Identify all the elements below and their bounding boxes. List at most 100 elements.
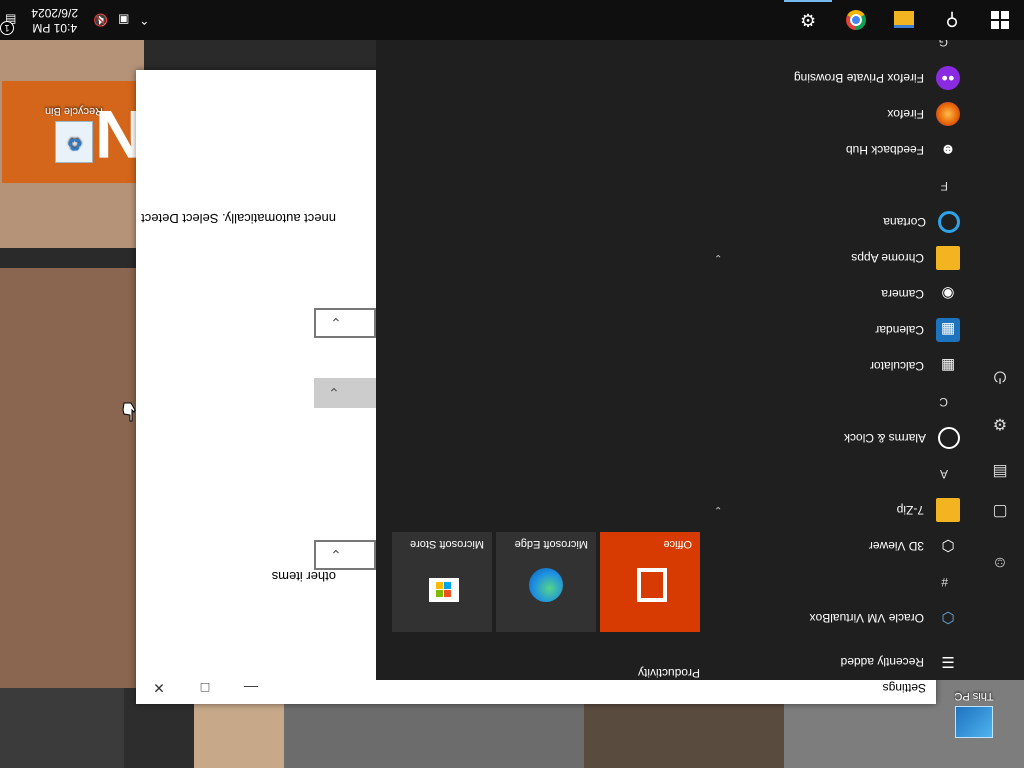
chevron-down-icon: ⌄	[714, 252, 723, 264]
app-item-cortana[interactable]: Cortana	[686, 204, 976, 240]
app-label: Calculator	[869, 359, 924, 373]
app-label: Alarms & Clock	[843, 431, 926, 445]
start-menu-rail: ☺ ▢ ▤ ⚙ ⏻ ☰	[976, 40, 1024, 680]
taskbar-file-explorer[interactable]	[880, 0, 928, 40]
start-button[interactable]	[976, 0, 1024, 40]
detect-instruction-text: other items	[271, 569, 336, 584]
detect-instruction-text: nnect automatically. Select Detect	[141, 211, 336, 226]
app-label: Firefox Private Browsing	[793, 71, 924, 85]
letter-header[interactable]: C	[939, 392, 948, 412]
hamburger-icon[interactable]: ☰	[936, 650, 960, 674]
feedback-icon: ☻	[940, 141, 956, 159]
maximize-button[interactable]: □	[182, 672, 228, 704]
app-item-firefox[interactable]: Firefox	[686, 96, 976, 132]
taskbar-clock[interactable]: 4:01 PM 2/6/2024	[21, 5, 88, 35]
app-item-feedback-hub[interactable]: ☻ Feedback Hub	[686, 132, 976, 168]
desktop-icon-label: This PC	[954, 690, 994, 702]
app-label: 7-Zip	[896, 503, 924, 517]
calculator-icon: ▦	[940, 357, 956, 374]
tile-office[interactable]: Office	[600, 532, 700, 632]
app-label: 3D Viewer	[868, 539, 924, 553]
chrome-icon	[846, 10, 866, 30]
taskbar: ⚲ ⚙ ⌃ ▣ 🔇 4:01 PM 2/6/2024 ▤ 1	[0, 0, 1024, 40]
app-item-firefox-private[interactable]: ●● Firefox Private Browsing	[686, 60, 976, 96]
letter-header[interactable]: #	[941, 572, 948, 592]
tile-group-title: Productivity	[637, 666, 700, 680]
calendar-icon: ▦	[936, 318, 960, 342]
app-label: Calendar	[875, 323, 924, 337]
dropdown-select-disabled: ⌄	[314, 378, 376, 408]
recently-added-label: Recently added	[840, 655, 924, 669]
letter-header[interactable]: G	[939, 40, 948, 52]
tile-label: Office	[663, 538, 692, 550]
app-item-camera[interactable]: ◉ Camera	[686, 276, 976, 312]
app-label: Feedback Hub	[845, 143, 924, 157]
clock-time: 4:01 PM	[32, 21, 78, 35]
tile-microsoft-edge[interactable]: Microsoft Edge	[496, 532, 596, 632]
edge-icon	[529, 568, 563, 602]
camera-icon: ◉	[941, 285, 955, 302]
computer-icon	[955, 706, 993, 738]
taskbar-chrome[interactable]	[832, 0, 880, 40]
app-label: Cortana	[883, 215, 926, 229]
volume-muted-icon[interactable]: 🔇	[88, 13, 113, 27]
dropdown-select[interactable]: ⌄	[314, 540, 376, 570]
minimize-button[interactable]: —	[228, 672, 274, 704]
notification-center-button[interactable]: ▤ 1	[0, 13, 21, 35]
3d-viewer-icon: ⬡	[941, 537, 955, 554]
letter-header[interactable]: A	[940, 464, 948, 484]
search-icon: ⚲	[945, 10, 959, 31]
app-item-calendar[interactable]: ▦ Calendar	[686, 312, 976, 348]
recycle-bin-icon	[55, 121, 93, 163]
close-button[interactable]: ✕	[136, 672, 182, 704]
file-explorer-icon	[894, 11, 914, 29]
app-label: Camera	[881, 287, 924, 301]
app-label: Chrome Apps	[851, 251, 924, 265]
app-item-3d-viewer[interactable]: ⬡ 3D Viewer	[686, 528, 976, 564]
chevron-up-icon[interactable]: ⌃	[134, 13, 154, 27]
dropdown-select[interactable]: ⌄	[314, 308, 376, 338]
user-account-icon[interactable]: ☺	[976, 544, 1024, 580]
firefox-private-icon: ●●	[936, 66, 960, 90]
app-label: Firefox	[887, 107, 924, 121]
settings-icon[interactable]: ⚙	[976, 406, 1024, 442]
cortana-icon	[938, 211, 960, 233]
pictures-icon[interactable]: ▤	[976, 454, 1024, 490]
tile-microsoft-store[interactable]: Microsoft Store	[392, 532, 492, 632]
windows-logo-icon	[991, 11, 1009, 29]
hand-cursor-icon	[122, 402, 136, 422]
virtualbox-icon: ⬡	[941, 609, 955, 626]
documents-icon[interactable]: ▢	[976, 494, 1024, 530]
chevron-down-icon: ⌄	[330, 547, 342, 564]
store-icon	[429, 578, 459, 602]
power-icon[interactable]: ⏻	[976, 358, 1024, 394]
chevron-down-icon: ⌄	[328, 385, 340, 402]
app-item-7zip-folder[interactable]: 7-Zip ⌄	[686, 492, 976, 528]
letter-header[interactable]: F	[941, 176, 948, 196]
search-button[interactable]: ⚲	[928, 0, 976, 40]
chevron-down-icon: ⌄	[714, 504, 723, 516]
app-item-alarms-clock[interactable]: Alarms & Clock	[686, 420, 976, 456]
wallpaper-region	[0, 688, 124, 768]
taskbar-settings[interactable]: ⚙	[784, 0, 832, 40]
app-label: Oracle VM VirtualBox	[809, 611, 925, 625]
notification-count-badge: 1	[0, 21, 14, 35]
desktop-screen: This PC Recycle Bin N Settings — □ ✕ ⌄ ⌄…	[0, 0, 1024, 768]
tile-label: Microsoft Edge	[514, 538, 588, 550]
folder-icon	[936, 246, 960, 270]
chevron-down-icon: ⌄	[330, 315, 342, 332]
app-list: ☰ Recently added ⬡ Oracle VM VirtualBox …	[686, 40, 976, 680]
clock-date: 2/6/2024	[31, 6, 79, 20]
tile-label: Microsoft Store	[410, 538, 484, 550]
app-item-virtualbox[interactable]: ⬡ Oracle VM VirtualBox	[686, 600, 976, 636]
app-item-chrome-apps-folder[interactable]: Chrome Apps ⌄	[686, 240, 976, 276]
office-icon	[637, 568, 667, 602]
system-tray: ⌃ ▣ 🔇 4:01 PM 2/6/2024 ▤ 1	[0, 0, 154, 40]
network-icon[interactable]: ▣	[113, 13, 134, 27]
firefox-icon	[936, 102, 960, 126]
app-item-calculator[interactable]: ▦ Calculator	[686, 348, 976, 384]
window-title: Settings	[882, 681, 926, 695]
settings-icon: ⚙	[799, 10, 817, 31]
desktop-icon-this-pc[interactable]: This PC	[938, 690, 1010, 738]
clock-icon	[938, 427, 960, 449]
